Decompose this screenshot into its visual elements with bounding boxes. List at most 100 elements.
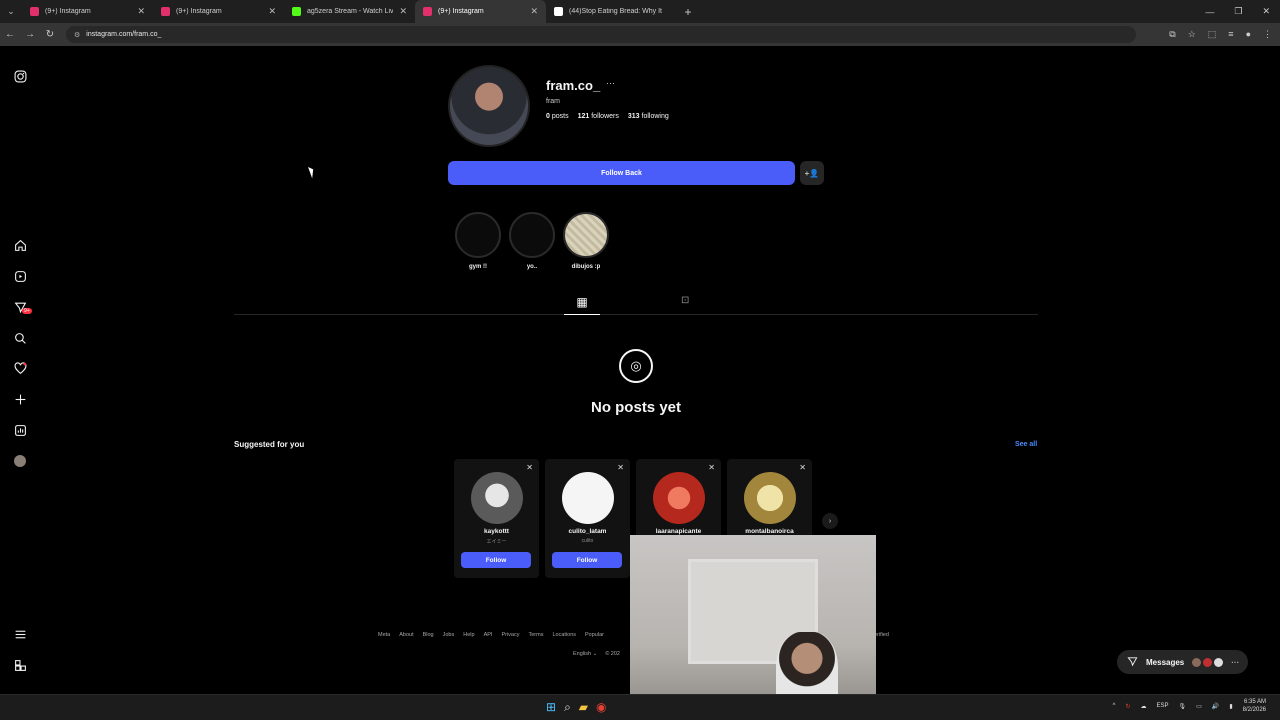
browser-tab[interactable]: ag5zera Stream - Watch Live o ✕ [284,0,415,23]
footer-link[interactable]: Terms [528,632,543,638]
dismiss-icon[interactable]: ✕ [526,463,533,472]
threads-icon[interactable] [11,656,29,674]
tab-tagged[interactable]: ⊡ [681,295,689,306]
dashboard-icon[interactable] [11,421,29,439]
suggestion-username[interactable]: laaranapicante [636,528,721,535]
profile-icon[interactable] [11,452,29,470]
see-all-link[interactable]: See all [1015,441,1037,448]
story-highlight[interactable]: gym !! [453,212,503,270]
profile-avatar-icon[interactable]: ● [1246,29,1251,40]
new-tab-icon[interactable]: + [677,0,699,23]
forward-icon[interactable]: → [20,29,40,40]
chrome-icon[interactable]: ◉ [596,700,606,715]
instagram-favicon-icon [423,7,432,16]
suggestion-username[interactable]: montalbanoirca [727,528,812,535]
site-info-icon[interactable]: ⚙ [74,31,80,39]
profile-avatar[interactable] [448,65,530,147]
reload-icon[interactable]: ↻ [40,29,60,40]
suggestion-username[interactable]: kaykottt [454,528,539,535]
profile-username: fram.co_ [546,78,601,93]
footer-link[interactable]: Locations [552,632,576,638]
suggestion-username[interactable]: culito_latam [545,528,630,535]
maximize-icon[interactable]: ❐ [1234,6,1242,17]
highlight-label: yo.. [526,264,538,270]
microphone-icon[interactable]: 🎙 [1179,703,1187,710]
footer-link[interactable]: API [484,632,493,638]
address-bar[interactable]: ⚙ instagram.com/fram.co_ [66,26,1136,43]
back-icon[interactable]: ← [0,29,20,40]
following-stat[interactable]: 313 following [628,113,669,120]
battery-icon[interactable]: ▮ [1229,703,1232,710]
reels-icon[interactable] [11,267,29,285]
language-indicator[interactable]: ESP [1157,703,1169,709]
language-select[interactable]: English ⌄ [573,651,597,657]
story-highlight[interactable]: dibujos :p [561,212,611,270]
suggestion-avatar[interactable] [561,472,614,524]
windows-start-icon[interactable]: ⊞ [546,700,556,715]
follow-button[interactable]: Follow [461,552,531,568]
follow-back-button[interactable]: Follow Back [448,161,795,185]
browser-tab[interactable]: (44)Stop Eating Bread: Why It [546,0,677,23]
footer-link[interactable]: Help [463,632,474,638]
footer-link[interactable]: erified [874,632,889,638]
browser-tab[interactable]: (9+) Instagram ✕ [22,0,153,23]
close-tab-icon[interactable]: ✕ [268,6,276,17]
suggestion-avatar[interactable] [652,472,705,524]
tab-posts-grid[interactable]: ▦ [564,295,600,315]
follow-button[interactable]: Follow [552,552,622,568]
clock[interactable]: 6:35 AM 8/2/2026 [1243,698,1266,714]
suggestion-avatar[interactable] [743,472,796,524]
tray-network-icon[interactable]: ☁ [1141,703,1147,710]
footer-link[interactable]: Popular [585,632,604,638]
webcam-overlay [630,535,876,720]
minimize-icon[interactable]: — [1205,7,1214,17]
taskbar-search-icon[interactable]: ⌕ [564,700,571,715]
footer-link[interactable]: Meta [378,632,390,638]
media-controls-icon[interactable]: ≡ [1228,29,1233,40]
messages-badge: 9+ [22,308,32,314]
message-avatars [1192,657,1224,667]
dismiss-icon[interactable]: ✕ [617,463,624,472]
footer-link[interactable]: Privacy [501,632,519,638]
story-highlight[interactable]: yo.. [507,212,557,270]
chrome-menu-icon[interactable]: ⋮ [1263,29,1272,40]
close-tab-icon[interactable]: ✕ [530,6,538,17]
toolbar-icons: ⧉ ☆ ⬚ ≡ ● ⋮ [1169,29,1280,40]
instagram-icon[interactable] [11,67,29,85]
bookmark-star-icon[interactable]: ☆ [1188,29,1196,40]
menu-icon[interactable] [11,625,29,643]
create-icon[interactable] [11,390,29,408]
tray-chevron-icon[interactable]: ^ [1113,703,1116,709]
browser-tab-active[interactable]: (9+) Instagram ✕ [415,0,546,23]
suggested-title: Suggested for you [234,440,305,449]
more-icon: ··· [1231,657,1240,667]
volume-icon[interactable]: 🔊 [1212,703,1219,710]
footer-link[interactable]: Jobs [443,632,455,638]
more-options-icon[interactable]: ··· [606,78,615,88]
windows-taskbar: ⊞ ⌕ ▰ ◉ ^ ↻ ☁ ESP 🎙 ▭ 🔊 ▮ 6:35 AM 8/2/20… [0,694,1280,720]
messages-widget[interactable]: Messages ··· [1117,650,1248,674]
browser-tab[interactable]: (9+) Instagram ✕ [153,0,284,23]
tab-search-icon[interactable]: ⌄ [0,0,22,23]
close-window-icon[interactable]: ✕ [1262,6,1270,17]
footer-link[interactable]: Blog [423,632,434,638]
close-tab-icon[interactable]: ✕ [137,6,145,17]
tray-app-icon[interactable]: ↻ [1126,703,1131,710]
display-icon[interactable]: ▭ [1196,703,1202,710]
install-app-icon[interactable]: ⧉ [1169,29,1175,40]
home-icon[interactable] [11,236,29,254]
file-explorer-icon[interactable]: ▰ [579,700,588,715]
dismiss-icon[interactable]: ✕ [708,463,715,472]
add-person-icon[interactable]: +👤 [800,161,824,185]
followers-stat[interactable]: 121 followers [578,113,619,120]
notifications-icon[interactable] [11,359,29,377]
suggestion-subtitle: culito [581,538,594,544]
close-tab-icon[interactable]: ✕ [399,6,407,17]
footer-link[interactable]: About [399,632,413,638]
search-icon[interactable] [11,329,29,347]
next-suggestions-icon[interactable]: › [822,513,838,529]
extensions-icon[interactable]: ⬚ [1208,29,1217,40]
dismiss-icon[interactable]: ✕ [799,463,806,472]
window-controls: — ❐ ✕ [1205,0,1280,23]
suggestion-avatar[interactable] [470,472,523,524]
